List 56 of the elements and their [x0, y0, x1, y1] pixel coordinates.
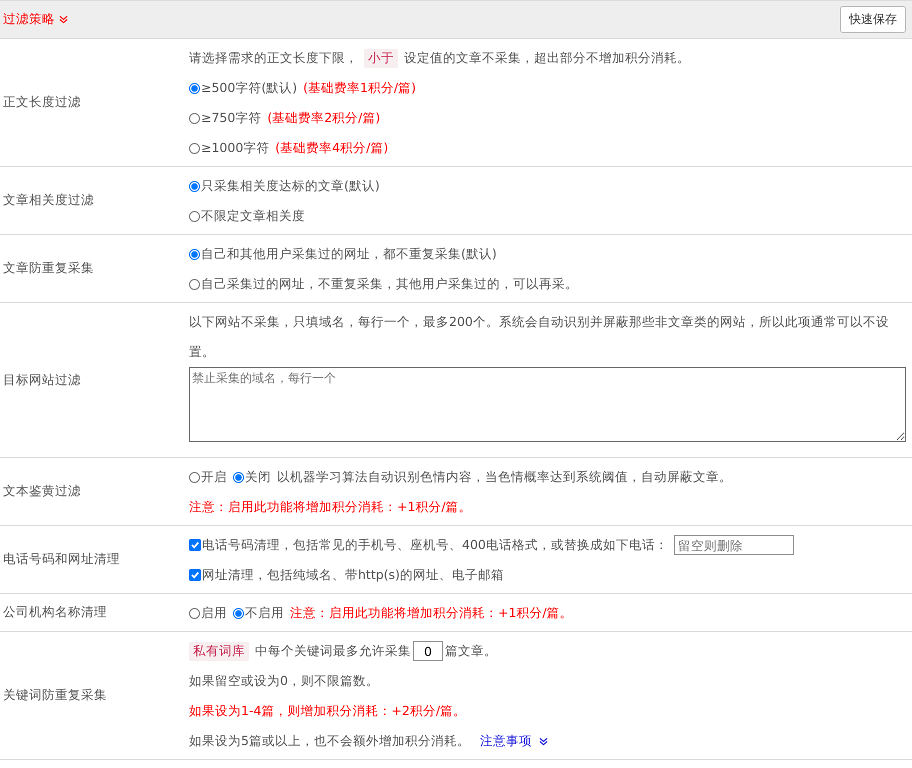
radio-option[interactable]: 自己和其他用户采集过的网址，都不重复采集(默认) — [189, 246, 497, 262]
radio-option[interactable]: 只采集相关度达标的文章(默认) — [189, 178, 380, 194]
setting-label: 目标网站过滤 — [2, 370, 82, 388]
keyword-tag: 私有词库 — [189, 642, 249, 660]
description-text: 请选择需求的正文长度下限， — [189, 49, 358, 67]
setting-label: 电话号码和网址清理 — [2, 550, 121, 568]
setting-label: 关键词防重复采集 — [2, 686, 108, 704]
radio-option[interactable]: 不启用 — [233, 604, 284, 622]
radio-button[interactable] — [233, 472, 244, 482]
radio-button[interactable] — [189, 112, 200, 124]
domain-textarea[interactable]: 禁止采集的域名，每行一个 — [189, 367, 906, 442]
radio-button[interactable] — [189, 82, 200, 94]
caret-icon[interactable] — [538, 736, 548, 746]
warning-text: (基础费率2积分/篇) — [267, 110, 380, 126]
keyword-tag: 小于 — [364, 48, 398, 68]
radio-option[interactable]: 开启 — [189, 468, 227, 486]
setting-label: 文章相关度过滤 — [2, 191, 95, 209]
warning-text: (基础费率4积分/篇) — [275, 140, 388, 156]
radio-option[interactable]: ≥500字符(默认) — [189, 80, 298, 96]
notes-link[interactable]: 注意事项 — [480, 732, 532, 750]
setting-label: 公司机构名称清理 — [2, 603, 108, 621]
radio-button[interactable] — [189, 180, 200, 192]
warning-text: 注意：启用此功能将增加积分消耗：+1积分/篇。 — [290, 604, 573, 622]
radio-button[interactable] — [189, 248, 200, 260]
description-text: 以机器学习算法自动识别色情内容，当色情概率达到系统阈值，自动屏蔽文章。 — [277, 468, 732, 486]
setting-label: 文本鉴黄过滤 — [2, 482, 82, 500]
radio-option[interactable]: ≥1000字符 — [189, 140, 270, 156]
setting-label: 正文长度过滤 — [2, 93, 82, 111]
description-text: 以下网站不采集，只填域名，每行一个，最多200个。系统会自动识别并屏蔽那些非文章类的网站，所以此项通常可以不设置。 — [189, 313, 890, 361]
checkbox[interactable] — [189, 569, 201, 581]
quick-save-button[interactable]: 快速保存 — [840, 6, 906, 33]
radio-button[interactable] — [189, 142, 200, 154]
warning-text: 如果设为1-4篇，则增加积分消耗：+2积分/篇。 — [189, 702, 466, 720]
checkbox[interactable] — [189, 539, 201, 551]
radio-button[interactable] — [189, 472, 200, 482]
setting-label: 文章防重复采集 — [2, 259, 95, 277]
radio-option[interactable]: 自己采集过的网址，不重复采集，其他用户采集过的，可以再采。 — [189, 276, 578, 292]
radio-button[interactable] — [189, 278, 200, 290]
description-text: 如果留空或设为0，则不限篇数。 — [189, 672, 379, 690]
radio-option[interactable]: 不限定文章相关度 — [189, 208, 305, 224]
description-text: 中每个关键词最多允许采集 — [255, 642, 411, 660]
radio-button[interactable] — [189, 210, 200, 222]
checkbox-option[interactable]: 网址清理，包括纯域名、带http(s)的网址、电子邮箱 — [189, 566, 504, 584]
radio-button[interactable] — [233, 608, 244, 618]
warning-text: (基础费率1积分/篇) — [303, 80, 416, 96]
count-input-field[interactable]: 0 — [413, 641, 443, 661]
radio-button[interactable] — [189, 608, 200, 618]
checkbox-option[interactable]: 电话号码清理，包括常见的手机号、座机号、400电话格式，或替换成如下电话： — [189, 536, 668, 554]
description-text: 设定值的文章不采集，超出部分不增加积分消耗。 — [404, 49, 690, 67]
radio-option[interactable]: 关闭 — [233, 468, 271, 486]
radio-option[interactable]: ≥750字符 — [189, 110, 262, 126]
description-text: 如果设为5篇或以上，也不会额外增加积分消耗。 — [189, 732, 470, 750]
warning-text: 注意：启用此功能将增加积分消耗：+1积分/篇。 — [189, 498, 472, 516]
phone-input-field[interactable]: 留空则删除 — [674, 535, 794, 555]
description-text: 篇文章。 — [445, 642, 497, 660]
radio-option[interactable]: 启用 — [189, 604, 227, 622]
